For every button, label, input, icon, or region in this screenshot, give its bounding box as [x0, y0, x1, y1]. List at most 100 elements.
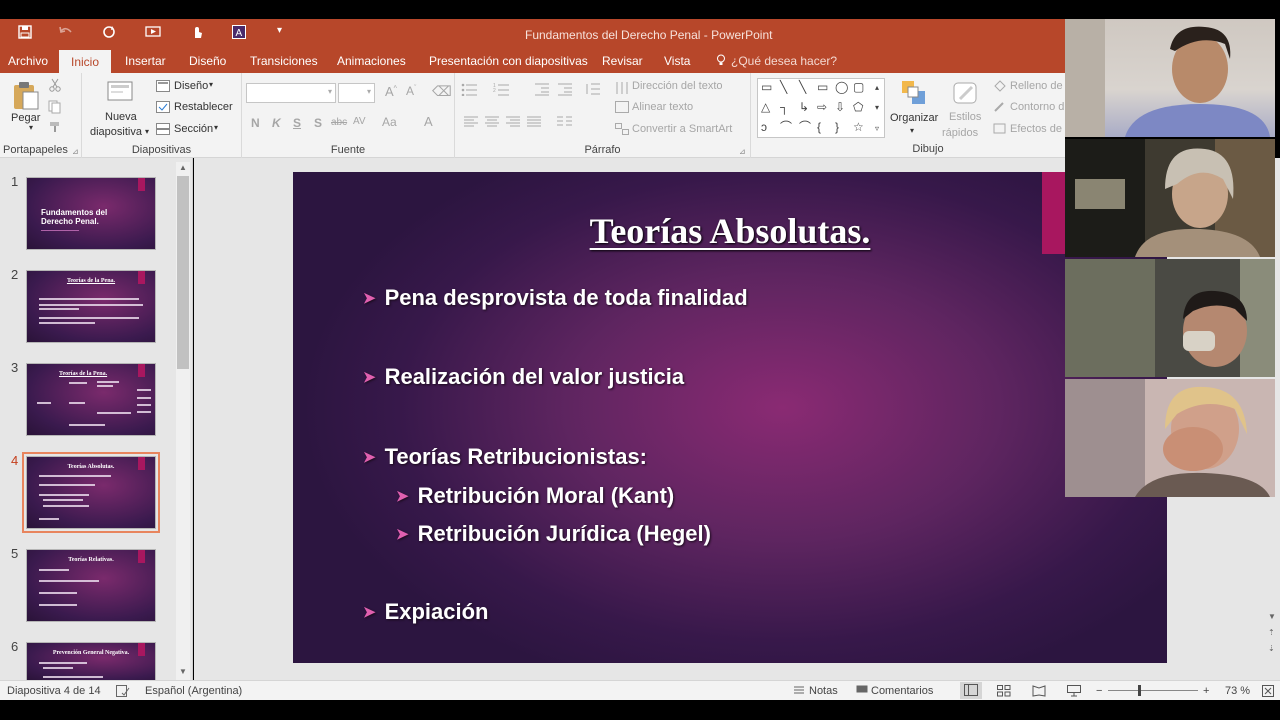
tab-animaciones[interactable]: Animaciones — [337, 54, 406, 68]
zoom-slider-thumb[interactable] — [1138, 685, 1141, 696]
scroll-up-icon[interactable]: ▲ — [179, 163, 187, 172]
strikethrough-button[interactable]: abc — [331, 117, 347, 128]
gallery-more-icon[interactable]: ▿ — [875, 123, 879, 135]
star-shape-icon[interactable]: ☆ — [853, 121, 864, 133]
new-slide-label-2[interactable]: diapositiva — [90, 126, 142, 138]
spellcheck-icon[interactable] — [116, 685, 130, 700]
sub-bullet-1[interactable]: ➤ Retribución Moral (Kant) — [396, 483, 674, 509]
zoom-slider[interactable] — [1108, 690, 1198, 691]
tab-diseno[interactable]: Diseño — [189, 54, 226, 68]
left-brace-shape-icon[interactable]: { — [817, 121, 821, 133]
gallery-up-icon[interactable]: ▴ — [875, 82, 879, 94]
decrease-indent-icon[interactable] — [533, 82, 551, 99]
new-slide-dropdown-icon[interactable]: ▾ — [145, 127, 149, 136]
rounded-rect-shape-icon[interactable]: ▢ — [853, 81, 864, 93]
scroll-up-2-icon[interactable]: ⇡ — [1268, 628, 1275, 637]
zoom-out-icon[interactable]: − — [1096, 685, 1102, 697]
tab-presentacion[interactable]: Presentación con diapositivas — [429, 54, 588, 68]
shape-fill-label[interactable]: Relleno de — [1010, 80, 1063, 92]
notes-button[interactable]: Notas — [809, 685, 838, 697]
smartart-label[interactable]: Convertir a SmartArt — [632, 123, 732, 135]
quick-styles-icon[interactable] — [952, 79, 980, 110]
section-label[interactable]: Sección — [174, 123, 213, 135]
shape-effects-icon[interactable] — [993, 123, 1007, 138]
align-text-icon[interactable] — [615, 101, 629, 116]
char-spacing-button[interactable]: AV — [353, 116, 366, 127]
bullet-2[interactable]: ➤ Realización del valor justicia — [363, 364, 684, 390]
line-spacing-icon[interactable] — [585, 82, 601, 99]
tab-vista[interactable]: Vista — [664, 54, 690, 68]
participant-video-2[interactable] — [1065, 139, 1275, 257]
fit-to-window-icon[interactable] — [1262, 685, 1274, 700]
italic-button[interactable]: K — [272, 116, 281, 130]
slide-thumbnail-2[interactable]: Teorías de la Pena. — [26, 270, 156, 343]
tell-me-search[interactable]: ¿Qué desea hacer? — [731, 54, 837, 68]
section-icon[interactable] — [156, 123, 170, 138]
undo-icon[interactable] — [58, 25, 74, 42]
bullets-icon[interactable] — [461, 82, 479, 99]
thumbnails-scroll-thumb[interactable] — [177, 176, 189, 369]
quick-styles-label-1[interactable]: Estilos — [949, 111, 981, 123]
new-slide-label-1[interactable]: Nueva — [105, 111, 137, 123]
comments-button[interactable]: Comentarios — [871, 685, 933, 697]
increase-indent-icon[interactable] — [556, 82, 574, 99]
text-direction-label[interactable]: Dirección del texto — [632, 80, 723, 92]
increase-font-icon[interactable]: A^ — [385, 84, 397, 99]
textbox-shape-icon[interactable]: ▭ — [761, 81, 772, 93]
normal-view-button[interactable] — [960, 682, 982, 699]
numbering-icon[interactable]: 12 — [493, 82, 511, 99]
right-brace-shape-icon[interactable]: } — [835, 121, 839, 133]
tab-revisar[interactable]: Revisar — [602, 54, 643, 68]
customize-qat-icon[interactable]: ▾ — [277, 25, 282, 36]
align-text-label[interactable]: Alinear texto — [632, 101, 693, 113]
scroll-down-icon[interactable]: ▼ — [179, 667, 187, 676]
slide-thumbnail-4-selected[interactable]: Teorías Absolutas. — [22, 452, 160, 533]
elbow-shape-icon[interactable]: ┐ — [780, 101, 789, 113]
elbow-arrow-shape-icon[interactable]: ↳ — [799, 101, 809, 113]
shapes-gallery[interactable]: ▭ ╲ ╲ ▭ ◯ ▢ △ ┐ ↳ ⇨ ⇩ ⬠ ↄ ⌒ ⌒ { } ☆ ▴ ▾ … — [757, 78, 885, 138]
redo-icon[interactable] — [102, 25, 116, 42]
bullet-1[interactable]: ➤ Pena desprovista de toda finalidad — [363, 285, 748, 311]
shape-outline-label[interactable]: Contorno d — [1010, 101, 1064, 113]
bold-button[interactable]: N — [251, 116, 260, 130]
text-direction-icon[interactable] — [615, 80, 629, 99]
freeform-shape-icon[interactable]: ↄ — [761, 121, 767, 133]
gallery-down-icon[interactable]: ▾ — [875, 102, 879, 114]
slide-thumbnail-5[interactable]: Teorías Relativas. — [26, 549, 156, 622]
copy-icon[interactable] — [48, 100, 66, 117]
align-right-icon[interactable] — [505, 116, 521, 131]
reset-label[interactable]: Restablecer — [174, 101, 233, 113]
change-case-button[interactable]: Aa — [382, 115, 397, 129]
arrange-label[interactable]: Organizar — [890, 112, 938, 124]
slideshow-view-icon[interactable] — [1067, 685, 1081, 700]
shape-outline-icon[interactable] — [993, 101, 1007, 116]
smartart-icon[interactable] — [615, 123, 629, 138]
down-arrow-shape-icon[interactable]: ⇩ — [835, 101, 845, 113]
arrange-icon[interactable] — [900, 79, 928, 110]
rectangle-shape-icon[interactable]: ▭ — [817, 81, 828, 93]
decrease-font-icon[interactable]: Aˇ — [406, 84, 416, 98]
prev-slide-icon[interactable]: ▼ — [1268, 612, 1276, 621]
align-center-icon[interactable] — [484, 116, 500, 131]
slide-title[interactable]: Teorías Absolutas. — [293, 210, 1167, 252]
paste-dropdown-icon[interactable]: ▾ — [29, 123, 33, 132]
triangle-shape-icon[interactable]: △ — [761, 101, 770, 113]
participant-video-4[interactable] — [1065, 379, 1275, 497]
font-color-qat-icon[interactable]: A — [232, 25, 248, 42]
bullet-3[interactable]: ➤ Teorías Retribucionistas: — [363, 444, 647, 470]
new-slide-icon[interactable] — [106, 78, 134, 109]
font-name-box[interactable]: ▾ — [246, 83, 336, 103]
slide-thumbnail-6[interactable]: Prevención General Negativa. — [26, 642, 156, 680]
reset-icon[interactable] — [156, 101, 170, 116]
line2-shape-icon[interactable]: ╲ — [799, 81, 806, 93]
zoom-in-icon[interactable]: + — [1203, 685, 1209, 697]
shape-fill-icon[interactable] — [993, 80, 1007, 95]
font-size-box[interactable]: ▾ — [338, 83, 375, 103]
layout-icon[interactable] — [156, 80, 170, 95]
editor-scrollbar[interactable]: ▼ ⇡ ⇣ — [1265, 610, 1279, 680]
oval-shape-icon[interactable]: ◯ — [835, 81, 848, 93]
participant-video-3[interactable] — [1065, 259, 1275, 377]
save-icon[interactable] — [18, 25, 32, 42]
tab-inicio[interactable]: Inicio — [59, 50, 112, 73]
notes-icon[interactable] — [793, 685, 805, 698]
